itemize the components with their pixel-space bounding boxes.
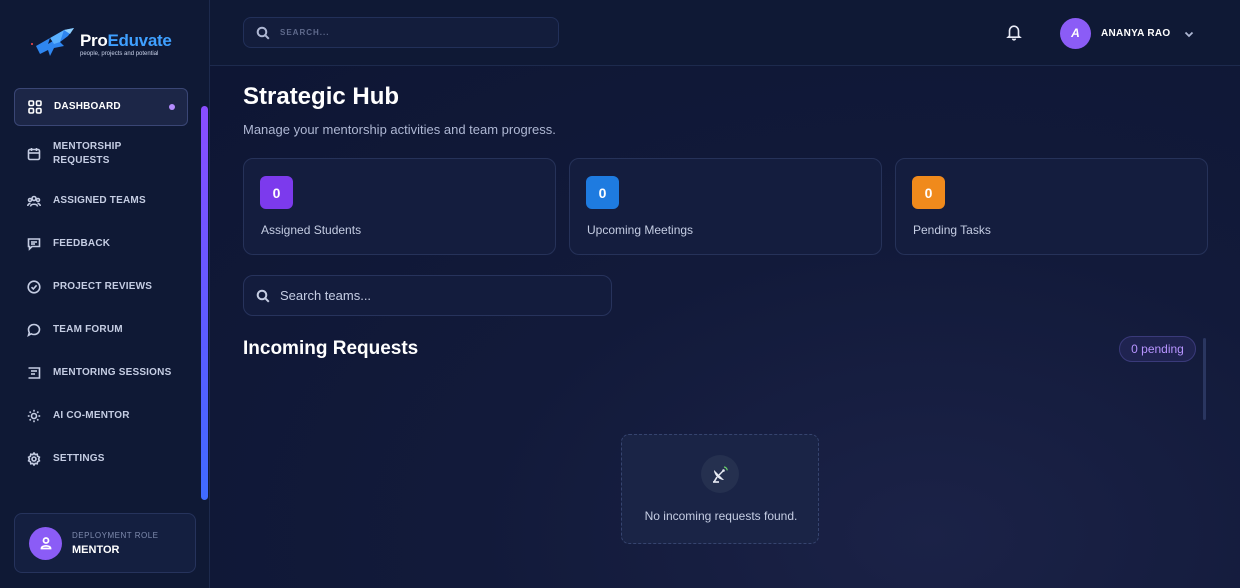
active-indicator-dot [169, 104, 175, 110]
stat-card-upcoming-meetings: 0 Upcoming Meetings [569, 158, 882, 255]
sidebar-item-label: FEEDBACK [53, 238, 111, 249]
sidebar: ProEduvate people, projects and potentia… [0, 0, 210, 588]
sidebar-item-settings[interactable]: SETTINGS [14, 440, 188, 478]
role-value: MENTOR [72, 543, 120, 556]
sidebar-item-dashboard[interactable]: DASHBOARD [14, 88, 188, 126]
brand-logo[interactable]: ProEduvate people, projects and potentia… [30, 22, 190, 66]
sidebar-item-assigned-teams[interactable]: ASSIGNED TEAMS [14, 182, 188, 220]
global-search[interactable] [243, 17, 559, 48]
chevron-down-icon [1183, 27, 1195, 39]
sidebar-item-label: SETTINGS [53, 453, 105, 464]
team-search-input[interactable] [280, 288, 600, 303]
stat-label: Upcoming Meetings [587, 223, 694, 237]
stat-value-badge: 0 [586, 176, 619, 209]
empty-state-text: No incoming requests found. [644, 509, 798, 523]
sidebar-item-project-reviews[interactable]: PROJECT REVIEWS [14, 268, 188, 306]
stat-card-pending-tasks: 0 Pending Tasks [895, 158, 1208, 255]
chat-bubble-icon [27, 323, 41, 337]
brand-name: ProEduvate [80, 31, 172, 50]
sidebar-item-ai-co-mentor[interactable]: AI CO-MENTOR [14, 397, 188, 435]
stat-label: Assigned Students [261, 223, 362, 237]
sidebar-item-label: MENTORING SESSIONS [53, 367, 172, 378]
satellite-dish-icon [701, 455, 739, 493]
team-search[interactable] [243, 275, 612, 316]
brand-tagline: people, projects and potential [80, 51, 159, 57]
sessions-icon [27, 366, 41, 380]
users-icon [27, 194, 41, 208]
sidebar-item-label: AI CO-MENTOR [53, 410, 130, 421]
notification-bell-icon[interactable] [1005, 23, 1023, 41]
search-icon [256, 26, 270, 40]
avatar: A [1060, 17, 1091, 49]
sun-icon [27, 409, 41, 423]
calendar-icon [27, 147, 41, 161]
incoming-requests-title: Incoming Requests [243, 338, 419, 359]
sidebar-item-label: DASHBOARD [54, 101, 121, 112]
user-name: ANANYA RAO [1101, 27, 1171, 39]
message-icon [27, 237, 41, 251]
requests-scrollbar[interactable] [1203, 338, 1206, 420]
sidebar-item-feedback[interactable]: FEEDBACK [14, 225, 188, 263]
user-menu[interactable]: A ANANYA RAO [1060, 17, 1195, 49]
stat-value-badge: 0 [912, 176, 945, 209]
pending-count-badge: 0 pending [1119, 336, 1196, 362]
sidebar-item-label: TEAM FORUM [53, 324, 123, 335]
sidebar-scrollbar[interactable] [201, 106, 208, 500]
user-icon [40, 537, 51, 550]
stat-label: Pending Tasks [913, 223, 991, 237]
sidebar-nav: DASHBOARD MENTORSHIP REQUESTS ASSIGNED T… [14, 88, 188, 483]
role-card: DEPLOYMENT ROLE MENTOR [14, 513, 196, 573]
check-circle-icon [27, 280, 41, 294]
sidebar-item-label: ASSIGNED TEAMS [53, 195, 146, 206]
sidebar-item-team-forum[interactable]: TEAM FORUM [14, 311, 188, 349]
sidebar-item-mentorship-requests[interactable]: MENTORSHIP REQUESTS [14, 131, 188, 177]
page-subtitle: Manage your mentorship activities and te… [243, 122, 556, 137]
page-title: Strategic Hub [243, 83, 400, 110]
rocket-logo-icon [31, 28, 74, 56]
sidebar-item-label: MENTORSHIP REQUESTS [53, 141, 122, 166]
empty-state: No incoming requests found. [621, 434, 819, 544]
role-avatar [29, 526, 62, 560]
gear-icon [27, 451, 41, 467]
sidebar-item-label: PROJECT REVIEWS [53, 281, 153, 292]
role-caption: DEPLOYMENT ROLE [72, 530, 159, 540]
grid-icon [28, 100, 42, 114]
stat-value-badge: 0 [260, 176, 293, 209]
search-icon [256, 289, 270, 303]
global-search-input[interactable] [280, 28, 540, 37]
top-bar: A ANANYA RAO [210, 0, 1240, 66]
main-content: Strategic Hub Manage your mentorship act… [210, 66, 1240, 588]
sidebar-item-mentoring-sessions[interactable]: MENTORING SESSIONS [14, 354, 188, 392]
stat-card-assigned-students: 0 Assigned Students [243, 158, 556, 255]
